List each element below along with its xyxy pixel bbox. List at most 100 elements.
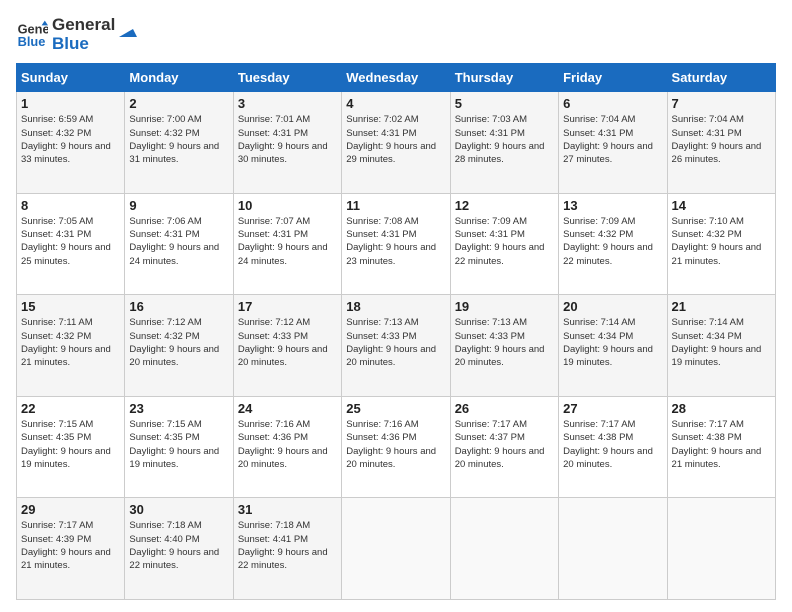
svg-text:Blue: Blue (18, 34, 46, 49)
calendar-table: SundayMondayTuesdayWednesdayThursdayFrid… (16, 63, 776, 600)
day-number: 10 (238, 198, 337, 213)
day-number: 16 (129, 299, 228, 314)
day-info: Sunrise: 7:18 AMSunset: 4:40 PMDaylight:… (129, 520, 219, 571)
day-info: Sunrise: 7:17 AMSunset: 4:37 PMDaylight:… (455, 419, 545, 470)
day-cell: 1 Sunrise: 6:59 AMSunset: 4:32 PMDaylight… (17, 92, 125, 194)
day-info: Sunrise: 7:08 AMSunset: 4:31 PMDaylight:… (346, 216, 436, 267)
day-number: 5 (455, 96, 554, 111)
day-number: 29 (21, 502, 120, 517)
day-info: Sunrise: 7:05 AMSunset: 4:31 PMDaylight:… (21, 216, 111, 267)
day-cell: 31 Sunrise: 7:18 AMSunset: 4:41 PMDayligh… (233, 498, 341, 600)
day-info: Sunrise: 7:09 AMSunset: 4:32 PMDaylight:… (563, 216, 653, 267)
calendar-page: General Blue General Blue SundayMondayTu… (0, 0, 792, 612)
weekday-header-row: SundayMondayTuesdayWednesdayThursdayFrid… (17, 64, 776, 92)
day-cell: 12Sunrise: 7:09 AMSunset: 4:31 PMDayligh… (450, 193, 558, 295)
day-info: Sunrise: 7:11 AMSunset: 4:32 PMDaylight:… (21, 317, 111, 368)
day-number: 25 (346, 401, 445, 416)
day-info: Sunrise: 7:01 AMSunset: 4:31 PMDaylight:… (238, 114, 328, 165)
weekday-sunday: Sunday (17, 64, 125, 92)
day-info: Sunrise: 7:00 AMSunset: 4:32 PMDaylight:… (129, 114, 219, 165)
day-cell: 3 Sunrise: 7:01 AMSunset: 4:31 PMDaylight… (233, 92, 341, 194)
day-cell: 29Sunrise: 7:17 AMSunset: 4:39 PMDayligh… (17, 498, 125, 600)
logo-general: General (52, 16, 115, 35)
weekday-monday: Monday (125, 64, 233, 92)
day-info: Sunrise: 7:02 AMSunset: 4:31 PMDaylight:… (346, 114, 436, 165)
week-row-4: 22 Sunrise: 7:15 AMSunset: 4:35 PMDayligh… (17, 396, 776, 498)
logo-arrow-icon (115, 19, 137, 41)
day-cell: 7Sunrise: 7:04 AMSunset: 4:31 PMDaylight… (667, 92, 775, 194)
weekday-thursday: Thursday (450, 64, 558, 92)
day-number: 4 (346, 96, 445, 111)
day-number: 2 (129, 96, 228, 111)
day-cell: 16 Sunrise: 7:12 AMSunset: 4:32 PMDayligh… (125, 295, 233, 397)
day-cell: 10 Sunrise: 7:07 AMSunset: 4:31 PMDayligh… (233, 193, 341, 295)
week-row-5: 29Sunrise: 7:17 AMSunset: 4:39 PMDayligh… (17, 498, 776, 600)
day-info: Sunrise: 7:12 AMSunset: 4:32 PMDaylight:… (129, 317, 219, 368)
day-number: 18 (346, 299, 445, 314)
day-cell: 25 Sunrise: 7:16 AMSunset: 4:36 PMDayligh… (342, 396, 450, 498)
header: General Blue General Blue (16, 16, 776, 53)
day-cell: 14Sunrise: 7:10 AMSunset: 4:32 PMDayligh… (667, 193, 775, 295)
day-number: 3 (238, 96, 337, 111)
day-number: 22 (21, 401, 120, 416)
day-number: 24 (238, 401, 337, 416)
day-number: 31 (238, 502, 337, 517)
day-number: 19 (455, 299, 554, 314)
day-cell: 18 Sunrise: 7:13 AMSunset: 4:33 PMDayligh… (342, 295, 450, 397)
day-info: Sunrise: 7:16 AMSunset: 4:36 PMDaylight:… (238, 419, 328, 470)
week-row-2: 8 Sunrise: 7:05 AMSunset: 4:31 PMDaylight… (17, 193, 776, 295)
day-info: Sunrise: 7:07 AMSunset: 4:31 PMDaylight:… (238, 216, 328, 267)
day-number: 7 (672, 96, 771, 111)
day-info: Sunrise: 7:15 AMSunset: 4:35 PMDaylight:… (129, 419, 219, 470)
logo-blue: Blue (52, 35, 115, 54)
day-number: 15 (21, 299, 120, 314)
day-info: Sunrise: 7:09 AMSunset: 4:31 PMDaylight:… (455, 216, 545, 267)
day-number: 14 (672, 198, 771, 213)
day-cell: 23 Sunrise: 7:15 AMSunset: 4:35 PMDayligh… (125, 396, 233, 498)
weekday-saturday: Saturday (667, 64, 775, 92)
day-info: Sunrise: 7:17 AMSunset: 4:38 PMDaylight:… (563, 419, 653, 470)
day-cell: 13Sunrise: 7:09 AMSunset: 4:32 PMDayligh… (559, 193, 667, 295)
day-info: Sunrise: 7:14 AMSunset: 4:34 PMDaylight:… (563, 317, 653, 368)
day-number: 6 (563, 96, 662, 111)
day-cell (450, 498, 558, 600)
week-row-3: 15 Sunrise: 7:11 AMSunset: 4:32 PMDayligh… (17, 295, 776, 397)
day-cell: 2 Sunrise: 7:00 AMSunset: 4:32 PMDaylight… (125, 92, 233, 194)
week-row-1: 1 Sunrise: 6:59 AMSunset: 4:32 PMDaylight… (17, 92, 776, 194)
day-number: 28 (672, 401, 771, 416)
day-number: 23 (129, 401, 228, 416)
day-number: 26 (455, 401, 554, 416)
logo-icon: General Blue (16, 19, 48, 51)
day-number: 17 (238, 299, 337, 314)
day-number: 30 (129, 502, 228, 517)
day-cell (559, 498, 667, 600)
day-number: 11 (346, 198, 445, 213)
day-cell: 27 Sunrise: 7:17 AMSunset: 4:38 PMDayligh… (559, 396, 667, 498)
day-cell: 4 Sunrise: 7:02 AMSunset: 4:31 PMDaylight… (342, 92, 450, 194)
day-cell: 19 Sunrise: 7:13 AMSunset: 4:33 PMDayligh… (450, 295, 558, 397)
day-info: Sunrise: 7:18 AMSunset: 4:41 PMDaylight:… (238, 520, 328, 571)
day-cell: 30 Sunrise: 7:18 AMSunset: 4:40 PMDayligh… (125, 498, 233, 600)
day-number: 20 (563, 299, 662, 314)
day-number: 21 (672, 299, 771, 314)
day-info: Sunrise: 7:06 AMSunset: 4:31 PMDaylight:… (129, 216, 219, 267)
weekday-friday: Friday (559, 64, 667, 92)
weekday-wednesday: Wednesday (342, 64, 450, 92)
logo: General Blue General Blue (16, 16, 137, 53)
day-info: Sunrise: 7:16 AMSunset: 4:36 PMDaylight:… (346, 419, 436, 470)
day-info: Sunrise: 7:15 AMSunset: 4:35 PMDaylight:… (21, 419, 111, 470)
day-cell: 26 Sunrise: 7:17 AMSunset: 4:37 PMDayligh… (450, 396, 558, 498)
day-cell: 28Sunrise: 7:17 AMSunset: 4:38 PMDayligh… (667, 396, 775, 498)
day-cell: 11 Sunrise: 7:08 AMSunset: 4:31 PMDayligh… (342, 193, 450, 295)
weekday-tuesday: Tuesday (233, 64, 341, 92)
day-cell (342, 498, 450, 600)
day-info: Sunrise: 6:59 AMSunset: 4:32 PMDaylight:… (21, 114, 111, 165)
day-number: 1 (21, 96, 120, 111)
day-info: Sunrise: 7:13 AMSunset: 4:33 PMDaylight:… (455, 317, 545, 368)
day-info: Sunrise: 7:13 AMSunset: 4:33 PMDaylight:… (346, 317, 436, 368)
day-cell: 17Sunrise: 7:12 AMSunset: 4:33 PMDayligh… (233, 295, 341, 397)
day-number: 8 (21, 198, 120, 213)
day-number: 27 (563, 401, 662, 416)
day-info: Sunrise: 7:03 AMSunset: 4:31 PMDaylight:… (455, 114, 545, 165)
day-cell: 9Sunrise: 7:06 AMSunset: 4:31 PMDaylight… (125, 193, 233, 295)
